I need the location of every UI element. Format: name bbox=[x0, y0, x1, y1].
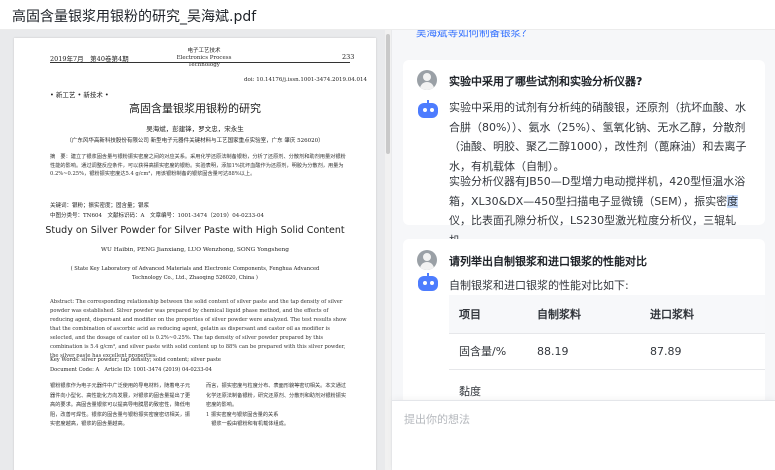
abstract-en: Abstract: The corresponding relationship… bbox=[50, 299, 347, 359]
header-rule bbox=[50, 62, 350, 63]
abstract-cn: 摘 要：建立了银浆固含量与银粉振实密度之间的对应关系。采用化学还原法制备银粉，分… bbox=[50, 154, 346, 177]
qa-card: 实验中采用了哪些试剂和实验分析仪器? 实验中采用的试剂有分析纯的硝酸银，还原剂（… bbox=[403, 60, 765, 247]
user-avatar-icon bbox=[417, 70, 437, 90]
answer-intro: 自制银浆和进口银浆的性能对比如下: bbox=[449, 279, 629, 292]
pdf-page: 2019年7月 第40卷第4期 电子工艺技术 Electronics Proce… bbox=[14, 38, 376, 470]
keywords-en: Key Words: silver powder; tap density; s… bbox=[50, 357, 221, 363]
body-column-left: 银粉银浆作为电子元器件中广泛使用的导电材料，随着电子元器件向小型化、高性能化方向… bbox=[50, 383, 191, 427]
table-cell: 87.89 bbox=[640, 333, 765, 370]
table-cell: 88.19 bbox=[527, 333, 640, 370]
page-number: 233 bbox=[342, 53, 355, 61]
answer-text: 实验分析仪器有JB50—D型增力电动搅拌机，420型恒温水浴箱，XL30&DX—… bbox=[449, 175, 746, 208]
table-header-row: 项目 自制浆料 进口浆料 bbox=[449, 295, 765, 334]
table-cell: 固含量/% bbox=[449, 333, 527, 370]
chat-composer bbox=[392, 400, 775, 470]
pdf-viewer[interactable]: 2019年7月 第40卷第4期 电子工艺技术 Electronics Proce… bbox=[0, 30, 392, 470]
bot-avatar-icon bbox=[417, 100, 439, 120]
column-header: 项目 bbox=[449, 295, 527, 334]
keywords-cn: 关键词：银粉；振实密度；固含量；银浆 bbox=[50, 203, 150, 209]
user-avatar-icon bbox=[417, 250, 437, 270]
classification-cn: 中图分类号：TN604 文献标识码：A 文章编号：1001-3474（2019）… bbox=[50, 213, 265, 219]
column-header: 自制浆料 bbox=[527, 295, 640, 334]
body-column-right: 而言，振实密度与粒度分布、表面形貌等密切相关。本文通过化学还原法制备银粉，研究还… bbox=[206, 383, 347, 427]
affiliation-cn: （广东风华高新科技股份有限公司 新型电子元器件关键材料与工艺国家重点实验室，广东… bbox=[66, 138, 324, 144]
question-text: 请列举出自制银浆和进口银浆的性能对比 bbox=[449, 255, 647, 268]
chat-input[interactable] bbox=[404, 409, 759, 429]
highlighted-text: 度 bbox=[727, 194, 739, 208]
document-title: 高固含量银浆用银粉的研究_吴海斌.pdf bbox=[12, 9, 257, 25]
pdf-scrollbar-thumb[interactable] bbox=[386, 34, 390, 154]
column-header: 进口浆料 bbox=[640, 295, 765, 334]
document-code-en: Document Code: A Article ID: 1001-3474 (… bbox=[50, 367, 212, 373]
previous-question-link[interactable]: 吴海斌等如何制备银浆？ bbox=[416, 30, 532, 40]
question-text: 实验中采用了哪些试剂和实验分析仪器? bbox=[449, 75, 643, 88]
doi: doi: 10.14176/j.issn.1001-3474.2019.04.0… bbox=[244, 77, 368, 83]
authors-en: WU Haibin, PENG Jianxiang, LUO Wenzhong,… bbox=[101, 247, 289, 253]
bot-avatar-icon bbox=[417, 273, 439, 293]
title-bar: 高固含量银浆用银粉的研究_吴海斌.pdf bbox=[0, 0, 775, 30]
paper-title-en: Study on Silver Powder for Silver Paste … bbox=[45, 225, 345, 236]
section-label: • 新工艺 • 新技术 • bbox=[50, 91, 109, 99]
authors-cn: 吴海斌，彭建锋，罗文忠，宋永生 bbox=[146, 125, 244, 133]
journal-name-cn: 电子工艺技术 bbox=[187, 48, 221, 54]
affiliation-en: ( State Key Laboratory of Advanced Mater… bbox=[70, 266, 320, 281]
journal-name: 电子工艺技术 Electronics Process Technology bbox=[164, 48, 244, 69]
table-row: 固含量/% 88.19 87.89 bbox=[449, 333, 765, 370]
paper-title-cn: 高固含量银浆用银粉的研究 bbox=[129, 102, 261, 115]
pdf-scrollbar[interactable] bbox=[385, 30, 391, 470]
answer-paragraph-reagents: 实验中采用的试剂有分析纯的硝酸银，还原剂（抗坏血酸、水合肼（80%））、氨水（2… bbox=[449, 101, 747, 173]
